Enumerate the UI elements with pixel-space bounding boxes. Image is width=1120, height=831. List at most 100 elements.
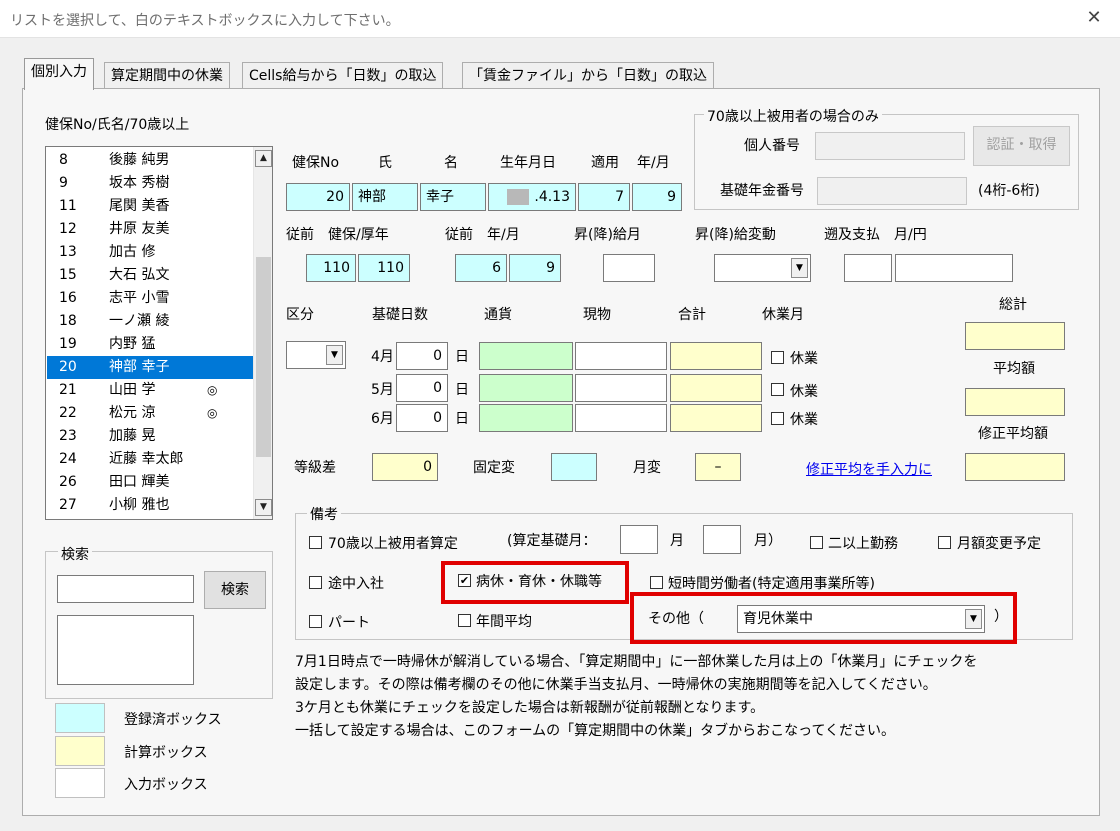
raise-change-select[interactable]: ▼	[714, 254, 811, 282]
short-time-checkbox[interactable]	[650, 576, 663, 589]
class-select[interactable]: ▼	[286, 341, 346, 369]
prev-year-field[interactable]: 6	[455, 254, 507, 282]
tab-individual-input[interactable]: 個別入力	[24, 58, 94, 90]
list-item-mark: ◎	[207, 406, 218, 420]
chevron-down-icon[interactable]: ▼	[791, 258, 808, 278]
currency-field-4[interactable]	[479, 342, 573, 370]
adjusted-average-field[interactable]	[965, 453, 1065, 481]
retro-amount-field[interactable]	[895, 254, 1013, 282]
currency-field-6[interactable]	[479, 404, 573, 432]
list-item[interactable]: 12 井原 友美	[47, 218, 253, 241]
list-item-name: 田口 輝美	[109, 474, 170, 490]
planned-change-checkbox[interactable]	[938, 536, 951, 549]
list-item[interactable]: 9 坂本 秀樹	[47, 172, 253, 195]
goods-field-5[interactable]	[575, 374, 667, 402]
manual-average-link[interactable]: 修正平均を手入力に	[806, 459, 932, 479]
employee-list[interactable]: 27 小柳 雅也 26 田口 輝美 24 近藤 幸太郎 23 加藤 晃 22 松元 涼 ◎ 21 山田 …	[45, 146, 273, 520]
legend-label-registered: 登録済ボックス	[124, 712, 222, 728]
list-item[interactable]: 18 一ノ瀬 綾	[47, 310, 253, 333]
prev-pension-field[interactable]: 110	[358, 254, 410, 282]
list-item[interactable]: 22 松元 涼 ◎	[47, 402, 253, 425]
search-button[interactable]: 検索	[204, 571, 266, 609]
list-item[interactable]: 26 田口 輝美	[47, 471, 253, 494]
base-month-to-field[interactable]	[703, 525, 741, 554]
apply-field[interactable]: 7	[578, 183, 630, 211]
leave-label-5: 休業	[790, 384, 818, 400]
note-line-4: 一括して設定する場合は、このフォームの「算定期間中の休業」タブからおこなってくだ…	[295, 723, 896, 739]
base-month-unit: 月	[670, 533, 684, 549]
list-item-no: 12	[59, 221, 77, 237]
first-name-field[interactable]: 幸子	[420, 183, 486, 211]
retro-month-field[interactable]	[844, 254, 892, 282]
list-item-name: 内野 猛	[109, 336, 156, 352]
multi-work-checkbox[interactable]	[810, 536, 823, 549]
leave-checkbox-5[interactable]	[771, 383, 784, 396]
list-item[interactable]: 15 大石 弘文	[47, 264, 253, 287]
chevron-down-icon[interactable]: ▼	[326, 345, 343, 365]
list-item[interactable]: 20 神部 幸子	[47, 356, 253, 379]
list-scrollbar[interactable]: ▲ ▼	[253, 147, 272, 519]
annual-avg-checkbox[interactable]	[458, 614, 471, 627]
days-field-5[interactable]: 0	[396, 374, 448, 402]
raise-month-field[interactable]	[603, 254, 655, 282]
list-item[interactable]: 27 小柳 雅也	[47, 494, 253, 517]
prev-month-field[interactable]: 9	[509, 254, 561, 282]
base-month-from-field[interactable]	[620, 525, 658, 554]
total-field-4[interactable]	[670, 342, 762, 370]
goods-field-4[interactable]	[575, 342, 667, 370]
scroll-up-icon[interactable]: ▲	[255, 150, 272, 167]
list-item-no: 18	[59, 313, 77, 329]
list-item[interactable]: 8 後藤 純男	[47, 149, 253, 172]
leave-checkbox-4[interactable]	[771, 351, 784, 364]
pension-no-field[interactable]	[817, 177, 967, 205]
list-item[interactable]: 16 志平 小雪	[47, 287, 253, 310]
mid-join-label: 途中入社	[328, 576, 384, 592]
tab-import-cells[interactable]: Cells給与から「日数」の取込	[242, 62, 444, 90]
other-label: その他（	[648, 611, 704, 627]
apply-month-field[interactable]: 9	[632, 183, 682, 211]
average-field[interactable]	[965, 388, 1065, 416]
certify-button[interactable]: 認証・取得	[973, 126, 1070, 166]
part-checkbox[interactable]	[309, 615, 322, 628]
chevron-down-icon[interactable]: ▼	[965, 609, 982, 629]
days-field-4[interactable]: 0	[396, 342, 448, 370]
over70-calc-checkbox[interactable]	[309, 536, 322, 549]
leave-checkbox-6[interactable]	[771, 412, 784, 425]
currency-field-5[interactable]	[479, 374, 573, 402]
kenpo-no-field[interactable]: 20	[286, 183, 350, 211]
list-item[interactable]: 13 加古 修	[47, 241, 253, 264]
scroll-down-icon[interactable]: ▼	[255, 499, 272, 516]
birthdate-field[interactable]: .4.13	[488, 183, 576, 211]
list-item-name: 後藤 純男	[109, 152, 170, 168]
list-item[interactable]: 11 尾関 美香	[47, 195, 253, 218]
close-icon[interactable]: ✕	[1082, 5, 1106, 31]
sick-leave-checkbox[interactable]: ✔	[458, 574, 471, 587]
days-field-6[interactable]: 0	[396, 404, 448, 432]
grand-total-field[interactable]	[965, 322, 1065, 350]
monthly-change-field[interactable]: –	[695, 453, 741, 481]
leave-label-4: 休業	[790, 351, 818, 367]
total-field-5[interactable]	[670, 374, 762, 402]
scroll-thumb[interactable]	[256, 257, 271, 457]
tab-leave-during-period[interactable]: 算定期間中の休業	[104, 62, 230, 90]
fixed-change-field[interactable]	[551, 453, 597, 481]
prev-health-field[interactable]: 110	[306, 254, 356, 282]
list-item[interactable]: 21 山田 学 ◎	[47, 379, 253, 402]
tab-import-wage-file[interactable]: 「賃金ファイル」から「日数」の取込	[462, 62, 714, 90]
search-results[interactable]	[57, 615, 194, 685]
list-item-no: 27	[59, 497, 77, 513]
list-item-no: 8	[59, 152, 68, 168]
list-item[interactable]: 24 近藤 幸太郎	[47, 448, 253, 471]
personal-no-field[interactable]	[815, 132, 965, 160]
other-select[interactable]: 育児休業中 ▼	[737, 605, 985, 633]
search-input[interactable]	[57, 575, 194, 603]
grade-diff-field[interactable]: 0	[372, 453, 438, 481]
total-field-6[interactable]	[670, 404, 762, 432]
mid-join-checkbox[interactable]	[309, 576, 322, 589]
goods-field-6[interactable]	[575, 404, 667, 432]
list-item[interactable]: 23 加藤 晃	[47, 425, 253, 448]
last-name-field[interactable]: 神部	[352, 183, 418, 211]
list-item-name: 山田 学	[109, 382, 156, 398]
personal-no-label: 個人番号	[744, 138, 800, 154]
list-item[interactable]: 19 内野 猛	[47, 333, 253, 356]
